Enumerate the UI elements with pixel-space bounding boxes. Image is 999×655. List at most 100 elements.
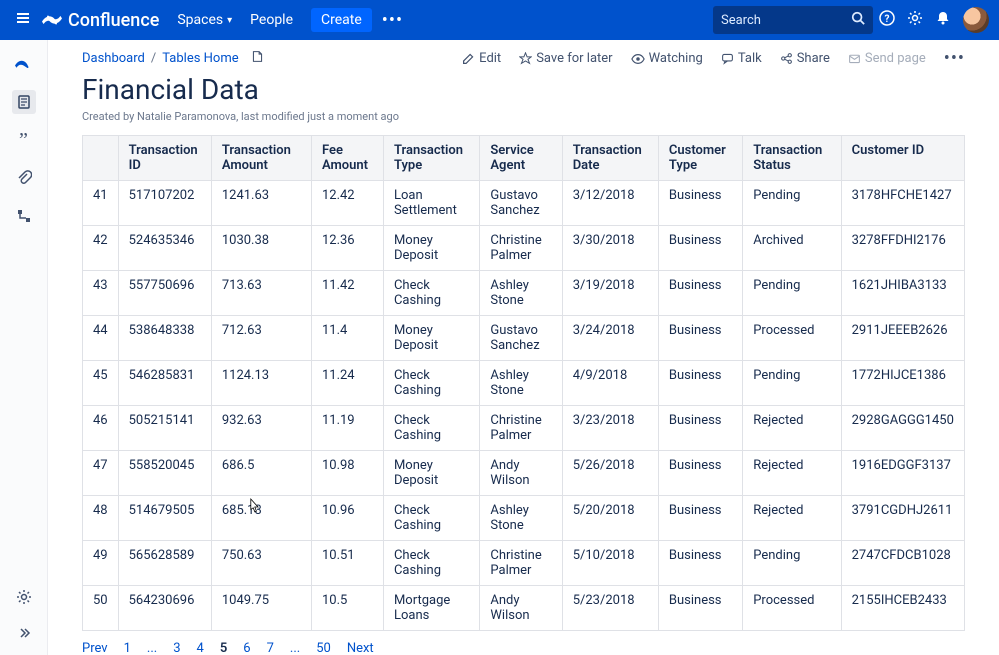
page-more-icon[interactable]: ••• (944, 48, 965, 69)
cell-status: Processed (743, 586, 841, 631)
cell-status: Pending (743, 181, 841, 226)
breadcrumb-tables-home[interactable]: Tables Home (162, 51, 238, 66)
page-4[interactable]: 4 (197, 641, 204, 655)
save-for-later-button[interactable]: Save for later (519, 51, 612, 66)
cell-n: 50 (83, 586, 119, 631)
settings-icon[interactable] (901, 10, 929, 30)
col-transaction-amount[interactable]: Transaction Amount (211, 136, 311, 181)
table-row: 425246353461030.3812.36Money DepositChri… (83, 226, 965, 271)
cell-fee: 10.98 (311, 451, 383, 496)
cell-ctype: Business (658, 496, 742, 541)
cell-agent: Christine Palmer (480, 226, 562, 271)
search-box[interactable] (713, 6, 873, 34)
cell-fee: 12.42 (311, 181, 383, 226)
cell-amt: 686.5 (211, 451, 311, 496)
page-50[interactable]: 50 (316, 641, 331, 655)
cell-amt: 1049.75 (211, 586, 311, 631)
cell-date: 5/10/2018 (562, 541, 658, 586)
cell-status: Pending (743, 361, 841, 406)
breadcrumb-dashboard[interactable]: Dashboard (82, 51, 145, 66)
share-button[interactable]: Share (780, 51, 830, 66)
col-transaction-date[interactable]: Transaction Date (562, 136, 658, 181)
cell-amt: 750.63 (211, 541, 311, 586)
cell-agent: Andy Wilson (480, 451, 562, 496)
page-next[interactable]: Next (347, 641, 374, 655)
help-icon[interactable]: ? (873, 10, 901, 30)
cell-id: 524635346 (118, 226, 211, 271)
user-avatar[interactable] (963, 7, 989, 33)
watching-button[interactable]: Watching (631, 51, 703, 66)
cell-ctype: Business (658, 406, 742, 451)
col-transaction-id[interactable]: Transaction ID (118, 136, 211, 181)
page-prev[interactable]: Prev (82, 641, 108, 655)
page-7[interactable]: 7 (267, 641, 274, 655)
create-button[interactable]: Create (311, 8, 372, 32)
cell-status: Rejected (743, 451, 841, 496)
cell-type: Check Cashing (383, 496, 479, 541)
cell-date: 3/12/2018 (562, 181, 658, 226)
cell-date: 4/9/2018 (562, 361, 658, 406)
talk-button[interactable]: Talk (721, 51, 762, 66)
col-customer-type[interactable]: Customer Type (658, 136, 742, 181)
people-link[interactable]: People (250, 12, 293, 28)
cell-ctype: Business (658, 541, 742, 586)
more-menu-icon[interactable]: ••• (382, 10, 403, 31)
cell-type: Money Deposit (383, 226, 479, 271)
send-page-button[interactable]: Send page (848, 51, 926, 66)
cell-date: 5/20/2018 (562, 496, 658, 541)
page-5-current[interactable]: 5 (220, 641, 227, 655)
cell-type: Money Deposit (383, 451, 479, 496)
page-title: Financial Data (82, 73, 965, 106)
cell-type: Loan Settlement (383, 181, 479, 226)
space-settings-icon[interactable] (12, 585, 36, 609)
cell-ctype: Business (658, 586, 742, 631)
confluence-logo[interactable]: Confluence (42, 10, 159, 31)
col-transaction-type[interactable]: Transaction Type (383, 136, 479, 181)
table-row: 455462858311124.1311.24Check CashingAshl… (83, 361, 965, 406)
cell-status: Pending (743, 271, 841, 316)
col-transaction-status[interactable]: Transaction Status (743, 136, 841, 181)
logo-text: Confluence (68, 10, 159, 31)
cell-amt: 713.63 (211, 271, 311, 316)
table-row: 48514679505685.1310.96Check CashingAshle… (83, 496, 965, 541)
cell-cid: 1772HIJCE1386 (841, 361, 964, 406)
cell-status: Pending (743, 541, 841, 586)
notifications-icon[interactable] (929, 10, 957, 30)
app-switcher-icon[interactable] (10, 10, 36, 30)
col-fee-amount[interactable]: Fee Amount (311, 136, 383, 181)
blog-icon[interactable]: ” (12, 128, 36, 152)
page-6[interactable]: 6 (243, 641, 250, 655)
cell-id: 517107202 (118, 181, 211, 226)
cell-date: 3/24/2018 (562, 316, 658, 361)
cell-cid: 2155IHCEB2433 (841, 586, 964, 631)
table-body: 415171072021241.6312.42Loan SettlementGu… (83, 181, 965, 631)
pages-icon[interactable] (12, 90, 36, 114)
spaces-menu[interactable]: Spaces▾ (177, 12, 232, 28)
page-3[interactable]: 3 (173, 641, 180, 655)
cell-amt: 712.63 (211, 316, 311, 361)
cell-agent: Christine Palmer (480, 406, 562, 451)
col-customer-id[interactable]: Customer ID (841, 136, 964, 181)
cell-fee: 11.19 (311, 406, 383, 451)
page-tree-icon[interactable] (12, 204, 36, 228)
page-restrictions-icon[interactable] (251, 50, 264, 67)
col-service-agent[interactable]: Service Agent (480, 136, 562, 181)
cell-n: 44 (83, 316, 119, 361)
cell-cid: 2911JEEEB2626 (841, 316, 964, 361)
cell-fee: 12.36 (311, 226, 383, 271)
pagination: Prev 1 ... 3 4 5 6 7 ... 50 Next (82, 641, 965, 655)
space-logo-icon[interactable] (12, 52, 36, 76)
cell-ctype: Business (658, 451, 742, 496)
cell-cid: 1621JHIBA3133 (841, 271, 964, 316)
cell-amt: 932.63 (211, 406, 311, 451)
page-1[interactable]: 1 (124, 641, 131, 655)
search-input[interactable] (721, 13, 841, 28)
cell-type: Check Cashing (383, 406, 479, 451)
edit-button[interactable]: Edit (462, 51, 501, 66)
col-rownum[interactable] (83, 136, 119, 181)
table-row: 46505215141932.6311.19Check CashingChris… (83, 406, 965, 451)
search-icon[interactable] (851, 11, 865, 29)
cell-cid: 3178HFCHE1427 (841, 181, 964, 226)
expand-sidebar-icon[interactable] (12, 621, 36, 645)
attachments-icon[interactable] (12, 166, 36, 190)
